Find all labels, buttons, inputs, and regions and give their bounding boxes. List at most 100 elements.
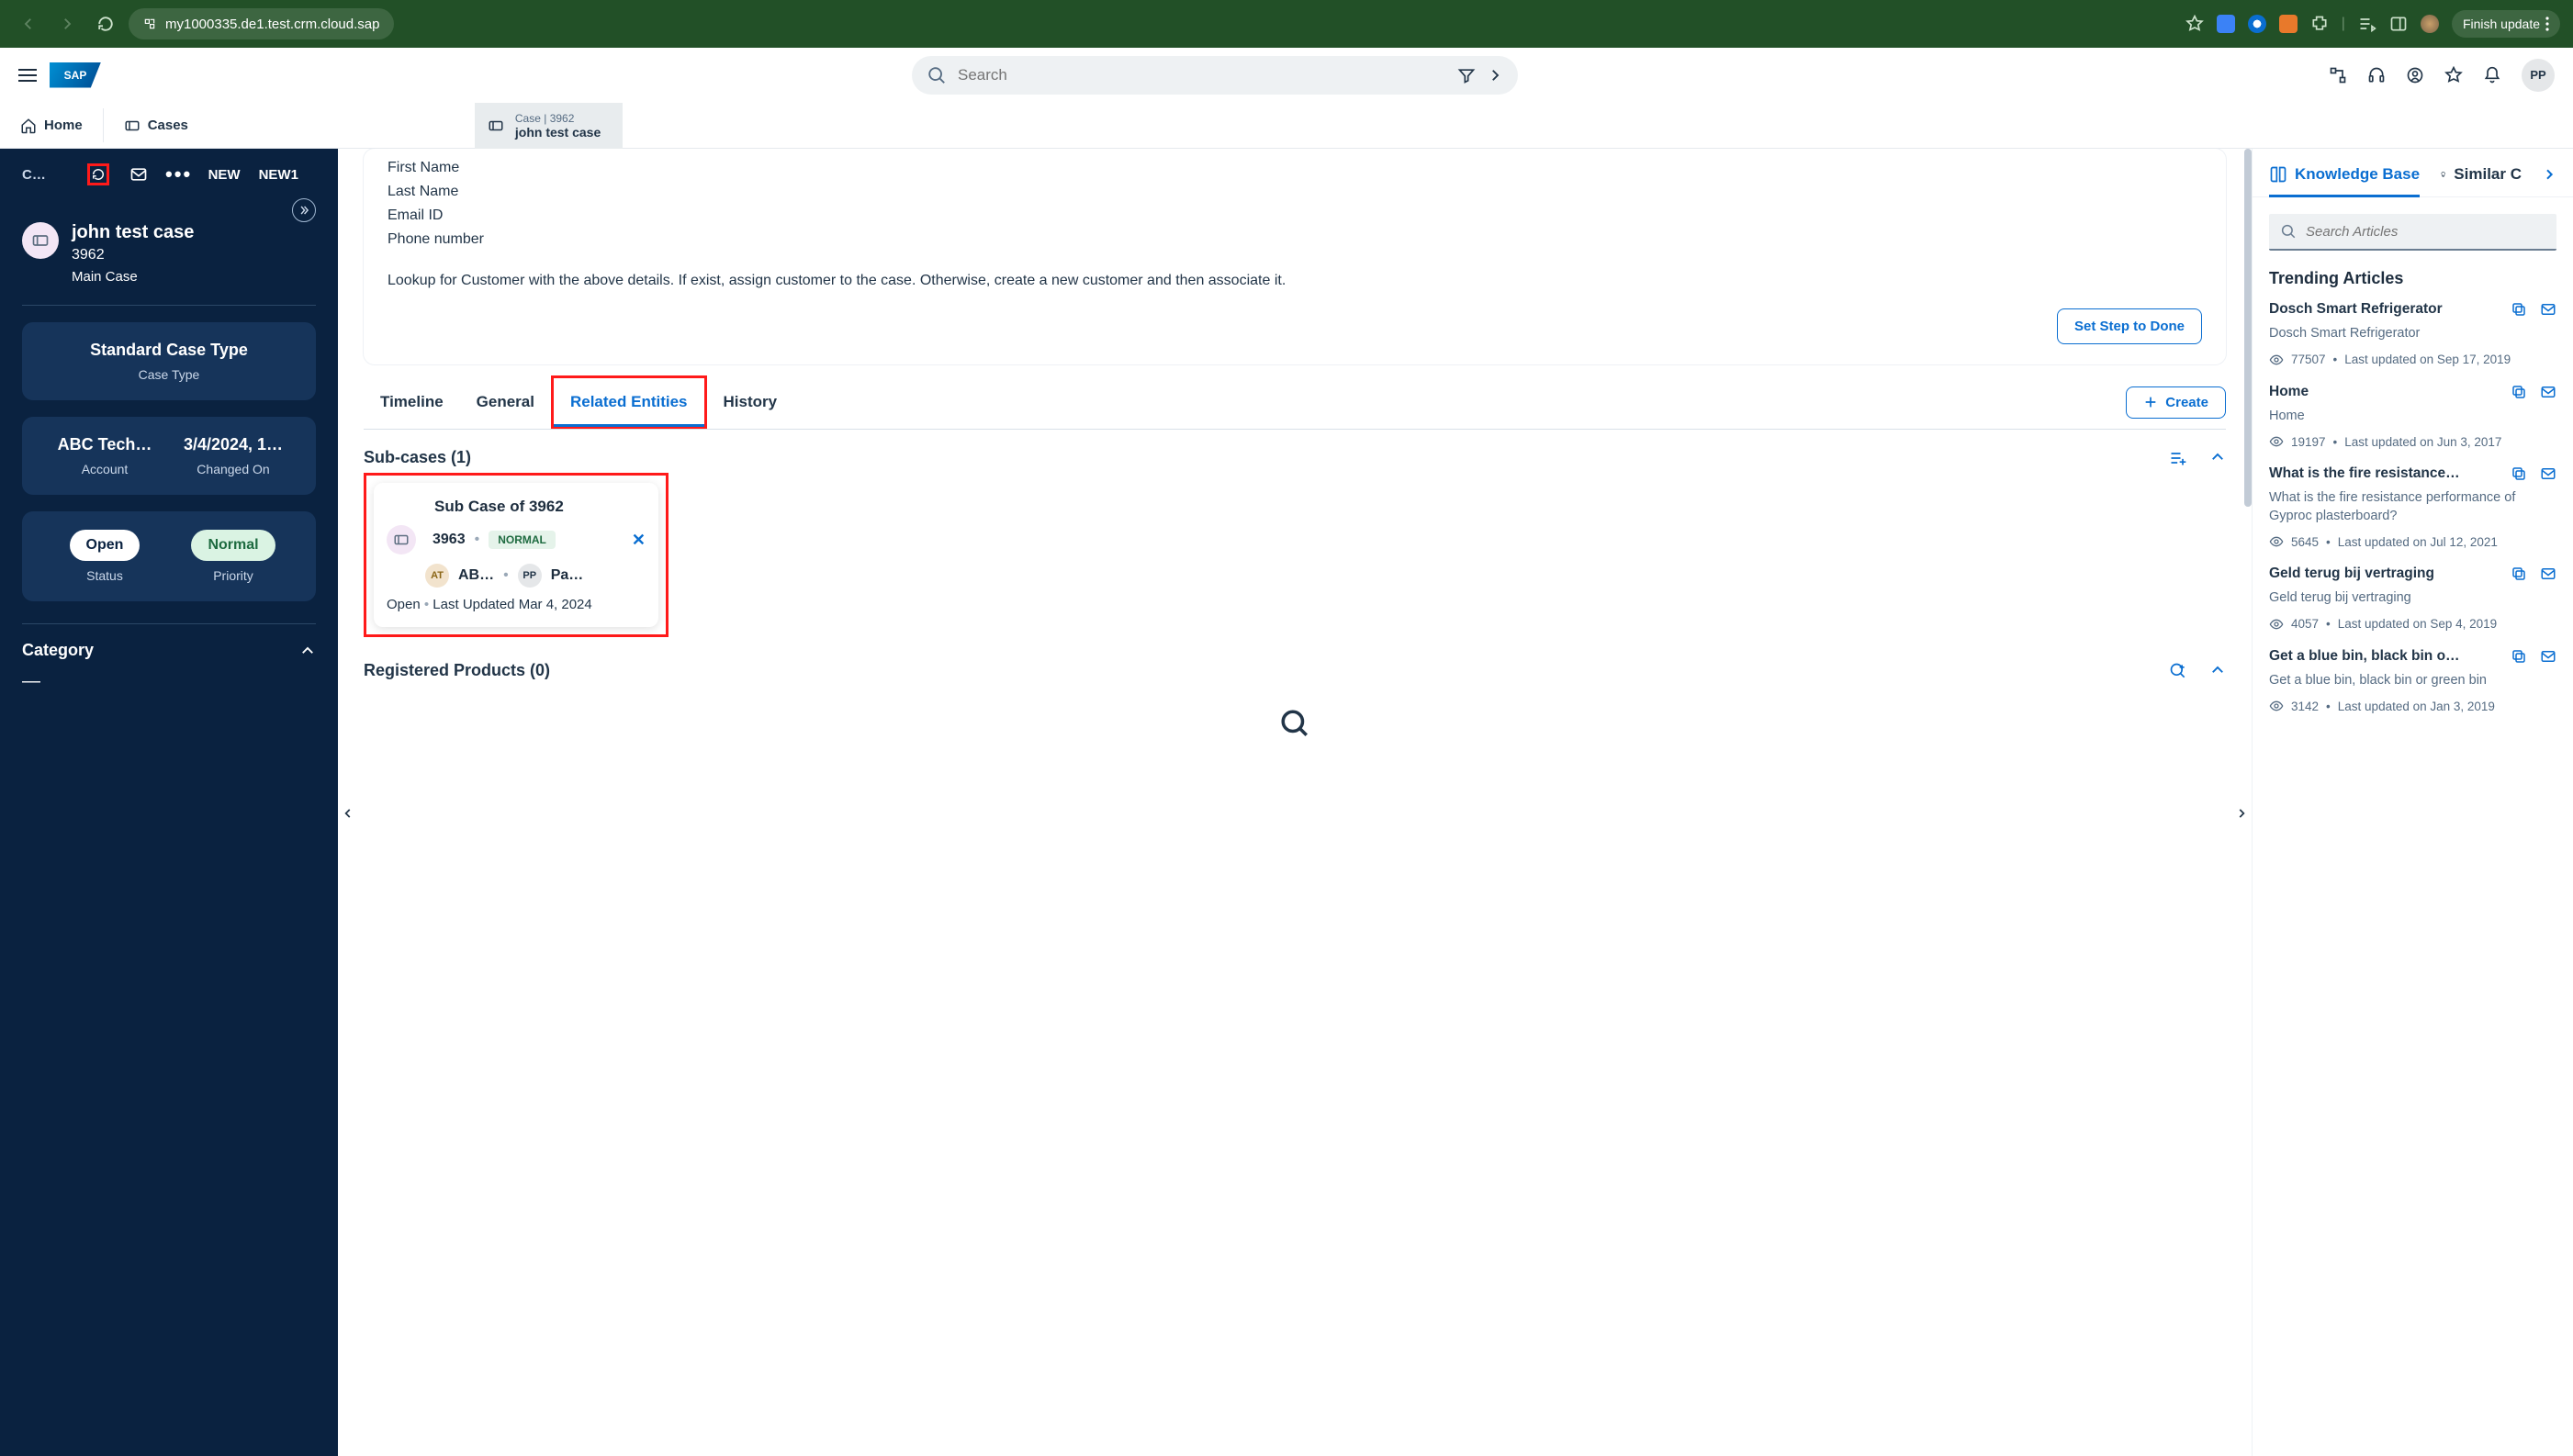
article-updated: Last updated on Jan 3, 2019	[2338, 700, 2495, 713]
favorite-icon[interactable]	[2444, 66, 2463, 84]
new1-button[interactable]: NEW1	[259, 167, 298, 183]
tab-related-entities[interactable]: Related Entities	[554, 378, 704, 426]
mail-icon[interactable]	[2540, 648, 2556, 665]
article-desc: Home	[2269, 408, 2556, 426]
eye-icon	[2269, 699, 2284, 713]
kb-search[interactable]	[2269, 214, 2556, 251]
article-updated: Last updated on Jun 3, 2017	[2344, 435, 2501, 449]
copy-icon[interactable]	[2511, 648, 2527, 665]
customer-lookup-card: First Name Last Name Email ID Phone numb…	[364, 149, 2226, 364]
kb-article[interactable]: What is the fire resistance… What is the…	[2269, 465, 2556, 549]
create-button[interactable]: Create	[2126, 386, 2226, 419]
case-number: 3962	[72, 247, 194, 263]
extension-icon[interactable]	[2217, 15, 2235, 33]
tab-similar-cases[interactable]: Similar C	[2440, 165, 2522, 196]
scrollbar[interactable]	[2244, 149, 2252, 507]
search-icon	[927, 65, 947, 85]
extensions-icon[interactable]	[2310, 15, 2329, 33]
case-info-card: ABC Tech… Account 3/4/2024, 1… Changed O…	[22, 417, 316, 495]
assignee-chip: AT	[425, 564, 449, 588]
add-list-icon[interactable]	[2169, 449, 2187, 467]
case-tab-kicker: Case | 3962	[515, 112, 601, 125]
set-step-done-button[interactable]: Set Step to Done	[2057, 308, 2202, 344]
chevron-up-icon[interactable]	[2209, 662, 2226, 678]
plus-icon	[2143, 395, 2158, 409]
product-search[interactable]	[364, 708, 2226, 739]
case-tab[interactable]: Case | 3962 john test case	[475, 103, 623, 149]
search-add-icon[interactable]	[2169, 662, 2187, 680]
user-avatar[interactable]: PP	[2522, 59, 2555, 92]
tab-history[interactable]: History	[707, 378, 794, 426]
kb-search-input[interactable]	[2306, 224, 2545, 240]
kb-article[interactable]: Dosch Smart Refrigerator Dosch Smart Ref…	[2269, 301, 2556, 367]
copy-icon[interactable]	[2511, 566, 2527, 582]
cases-crumb[interactable]: Cases	[104, 103, 208, 148]
subcase-card[interactable]: Sub Case of 3962 3963 • NORMAL ✕ AT AB… …	[374, 483, 658, 627]
case-sidebar: C… ••• NEW NEW1 john test case 3962 Main…	[0, 149, 338, 1456]
mail-icon[interactable]	[2540, 384, 2556, 400]
kb-article[interactable]: Geld terug bij vertraging Geld terug bij…	[2269, 566, 2556, 632]
subcase-id: 3963	[433, 532, 466, 548]
address-bar[interactable]: my1000335.de1.test.crm.cloud.sap	[129, 8, 394, 39]
global-search[interactable]	[912, 56, 1518, 95]
refresh-button[interactable]	[87, 163, 109, 185]
copy-icon[interactable]	[2511, 384, 2527, 400]
mail-icon[interactable]	[2540, 301, 2556, 318]
detail-tabs: Timeline General Related Entities Histor…	[364, 375, 2226, 430]
url-text: my1000335.de1.test.crm.cloud.sap	[165, 17, 379, 32]
extension-icon[interactable]	[2248, 15, 2266, 33]
field-label: Phone number	[388, 231, 2202, 248]
case-kind: Main Case	[72, 269, 194, 285]
case-icon	[22, 222, 59, 259]
knowledge-panel: Knowledge Base Similar C Trending Articl…	[2252, 149, 2573, 1456]
site-info-icon	[143, 17, 156, 30]
back-button[interactable]	[13, 8, 44, 39]
hint-text: Lookup for Customer with the above detai…	[388, 270, 2202, 292]
bell-icon[interactable]	[2483, 66, 2501, 84]
article-views: 4057	[2291, 617, 2319, 631]
search-input[interactable]	[958, 66, 1446, 84]
bookmark-star-icon[interactable]	[2185, 15, 2204, 33]
mail-button[interactable]	[128, 163, 150, 185]
filter-icon[interactable]	[1457, 66, 1476, 84]
forward-button[interactable]	[51, 8, 83, 39]
eye-icon	[2269, 534, 2284, 549]
remove-subcase-button[interactable]: ✕	[632, 531, 646, 550]
chevron-right-icon[interactable]	[1487, 67, 1503, 84]
copy-icon[interactable]	[2511, 301, 2527, 318]
kb-article[interactable]: Get a blue bin, black bin o… Get a blue …	[2269, 648, 2556, 714]
case-type-card: Standard Case Type Case Type	[22, 322, 316, 400]
tab-general[interactable]: General	[460, 378, 551, 426]
tab-timeline[interactable]: Timeline	[364, 378, 460, 426]
ticket-icon	[124, 118, 140, 134]
mail-icon[interactable]	[2540, 465, 2556, 482]
home-crumb[interactable]: Home	[0, 103, 103, 148]
more-button[interactable]: •••	[168, 163, 190, 185]
category-section[interactable]: Category	[22, 623, 316, 660]
reload-button[interactable]	[90, 8, 121, 39]
registered-products-heading: Registered Products (0)	[364, 661, 550, 680]
chevron-up-icon	[299, 643, 316, 659]
browser-right-controls: | Finish update	[2185, 10, 2560, 38]
mail-icon[interactable]	[2540, 566, 2556, 582]
ticket-icon	[488, 118, 504, 134]
workflow-icon[interactable]	[2329, 66, 2347, 84]
tabs-overflow-button[interactable]	[2542, 167, 2556, 195]
copy-icon[interactable]	[2511, 465, 2527, 482]
kb-article[interactable]: Home Home 19197• Last updated on Jun 3, …	[2269, 384, 2556, 450]
expand-icon[interactable]	[292, 198, 316, 222]
menu-button[interactable]	[18, 69, 37, 82]
extension-icon[interactable]	[2279, 15, 2298, 33]
article-title: Home	[2269, 384, 2500, 400]
playlist-icon[interactable]	[2358, 15, 2376, 33]
eye-icon	[2269, 434, 2284, 449]
tab-knowledge-base[interactable]: Knowledge Base	[2269, 165, 2420, 196]
article-updated: Last updated on Jul 12, 2021	[2338, 535, 2498, 549]
finish-update-button[interactable]: Finish update	[2452, 10, 2560, 38]
survey-icon[interactable]	[2406, 66, 2424, 84]
chevron-up-icon[interactable]	[2209, 449, 2226, 465]
new-button[interactable]: NEW	[208, 167, 241, 183]
headset-icon[interactable]	[2367, 66, 2386, 84]
panel-icon[interactable]	[2389, 15, 2408, 33]
profile-avatar-icon[interactable]	[2421, 15, 2439, 33]
